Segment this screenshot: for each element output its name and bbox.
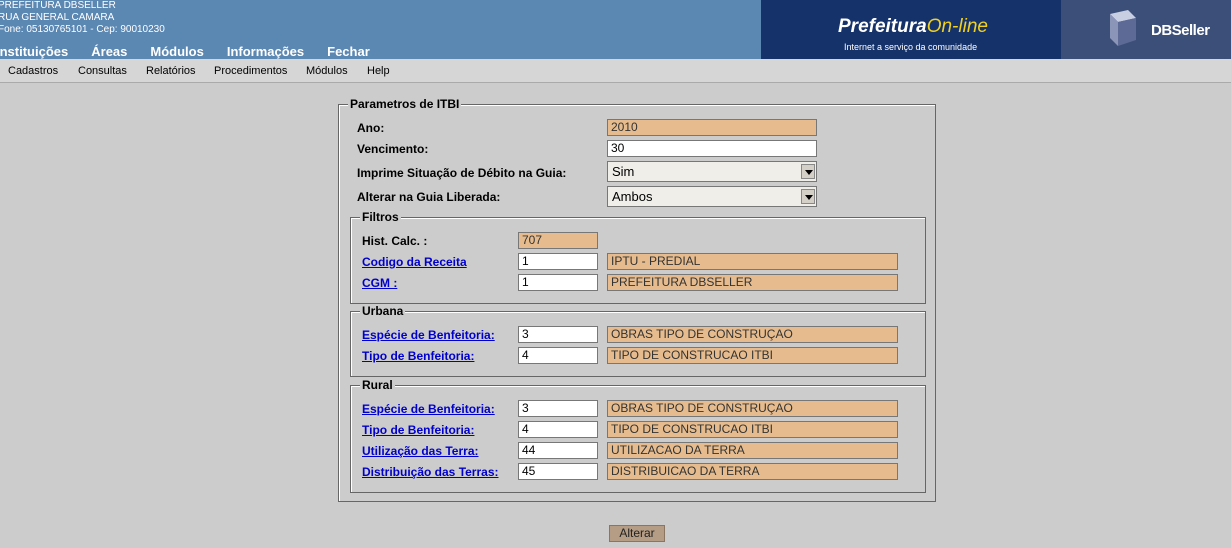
chevron-down-icon[interactable]	[801, 164, 815, 179]
codigo-receita-link[interactable]: Codigo da Receita	[362, 255, 467, 269]
ano-label: Ano:	[357, 121, 385, 135]
rural-especie-link[interactable]: Espécie de Benfeitoria:	[362, 402, 495, 416]
itbi-parameters-fieldset: Parametros de ITBI Ano: 2010 Vencimento:…	[338, 97, 936, 502]
sub-menu: Cadastros Consultas Relatórios Procedime…	[0, 59, 1231, 83]
rural-distribuicao-description: DISTRIBUICAO DA TERRA	[607, 463, 898, 480]
ano-field: 2010	[607, 119, 817, 136]
menu-instituicoes[interactable]: Instituições	[0, 44, 68, 59]
submenu-modulos[interactable]: Módulos	[306, 65, 348, 77]
app-header: PREFEITURA DBSELLER RUA GENERAL CAMARA F…	[0, 0, 1231, 59]
urbana-tipo-field[interactable]: 4	[518, 347, 598, 364]
urbana-especie-link[interactable]: Espécie de Benfeitoria:	[362, 328, 495, 342]
urbana-tipo-link[interactable]: Tipo de Benfeitoria:	[362, 349, 474, 363]
rural-utilizacao-description: UTILIZACAO DA TERRA	[607, 442, 898, 459]
brand-subtitle: Internet a serviço da comunidade	[844, 42, 978, 52]
institution-name: PREFEITURA DBSELLER	[0, 0, 116, 11]
brand-title: PrefeituraOn-line	[838, 16, 988, 37]
submenu-help[interactable]: Help	[367, 65, 390, 77]
menu-fechar[interactable]: Fechar	[327, 44, 370, 59]
cgm-link[interactable]: CGM :	[362, 276, 397, 290]
rural-distribuicao-field[interactable]: 45	[518, 463, 598, 480]
imprime-situacao-select[interactable]: Sim	[607, 161, 817, 182]
submenu-procedimentos[interactable]: Procedimentos	[214, 65, 287, 77]
company-name: DBSeller	[1151, 22, 1210, 39]
institution-address: RUA GENERAL CAMARA	[0, 12, 115, 23]
rural-especie-field[interactable]: 3	[518, 400, 598, 417]
prefeitura-online-logo: PrefeituraOn-line Internet a serviço da …	[761, 0, 1061, 59]
submenu-cadastros[interactable]: Cadastros	[8, 65, 58, 77]
dbseller-cube-icon	[1110, 10, 1136, 46]
menu-informacoes[interactable]: Informações	[227, 44, 304, 59]
vencimento-label: Vencimento:	[357, 142, 429, 156]
cgm-description: PREFEITURA DBSELLER	[607, 274, 898, 291]
filtros-legend: Filtros	[360, 210, 401, 224]
urbana-especie-description: OBRAS TIPO DE CONSTRUÇAO	[607, 326, 898, 343]
hist-calc-label: Hist. Calc. :	[362, 234, 428, 248]
cgm-field[interactable]: 1	[518, 274, 598, 291]
rural-tipo-link[interactable]: Tipo de Benfeitoria:	[362, 423, 474, 437]
vencimento-field[interactable]: 30	[607, 140, 817, 157]
urbana-tipo-description: TIPO DE CONSTRUCAO ITBI	[607, 347, 898, 364]
imprime-situacao-label: Imprime Situação de Débito na Guia:	[357, 166, 567, 180]
rural-tipo-field[interactable]: 4	[518, 421, 598, 438]
rural-tipo-description: TIPO DE CONSTRUCAO ITBI	[607, 421, 898, 438]
dbseller-logo: DBSeller	[1061, 0, 1231, 59]
itbi-parameters-legend: Parametros de ITBI	[348, 97, 462, 111]
urbana-fieldset: Urbana Espécie de Benfeitoria: 3 OBRAS T…	[350, 304, 926, 377]
institution-phone: Fone: 05130765101 - Cep: 90010230	[0, 24, 165, 35]
rural-especie-description: OBRAS TIPO DE CONSTRUÇAO	[607, 400, 898, 417]
submenu-relatorios[interactable]: Relatórios	[146, 65, 196, 77]
top-menu: Instituições Áreas Módulos Informações F…	[0, 44, 393, 59]
rural-distribuicao-link[interactable]: Distribuição das Terras:	[362, 465, 499, 479]
hist-calc-field: 707	[518, 232, 598, 249]
urbana-legend: Urbana	[360, 304, 406, 318]
menu-modulos[interactable]: Módulos	[150, 44, 203, 59]
rural-utilizacao-field[interactable]: 44	[518, 442, 598, 459]
urbana-especie-field[interactable]: 3	[518, 326, 598, 343]
rural-fieldset: Rural Espécie de Benfeitoria: 3 OBRAS TI…	[350, 378, 926, 493]
codigo-receita-field[interactable]: 1	[518, 253, 598, 270]
alterar-guia-label: Alterar na Guia Liberada:	[357, 190, 501, 204]
rural-legend: Rural	[360, 378, 395, 392]
codigo-receita-description: IPTU - PREDIAL	[607, 253, 898, 270]
submenu-consultas[interactable]: Consultas	[78, 65, 127, 77]
alterar-guia-select[interactable]: Ambos	[607, 186, 817, 207]
chevron-down-icon[interactable]	[801, 189, 815, 204]
alterar-button[interactable]: Alterar	[609, 525, 665, 542]
menu-areas[interactable]: Áreas	[91, 44, 127, 59]
imprime-situacao-value: Sim	[612, 164, 635, 179]
alterar-guia-value: Ambos	[612, 189, 653, 204]
filtros-fieldset: Filtros Hist. Calc. : 707 Codigo da Rece…	[350, 210, 926, 304]
rural-utilizacao-link[interactable]: Utilização das Terra:	[362, 444, 478, 458]
institution-info: PREFEITURA DBSELLER RUA GENERAL CAMARA F…	[0, 0, 165, 36]
